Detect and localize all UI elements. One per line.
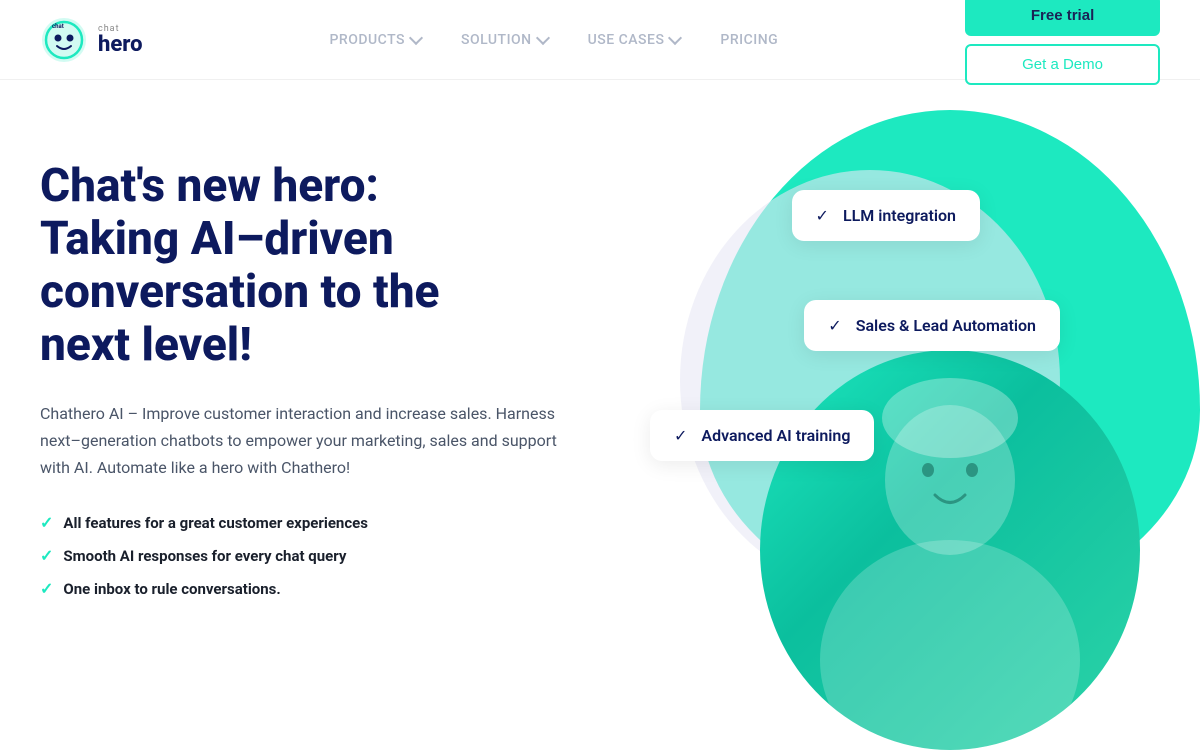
logo-icon: chat bbox=[40, 16, 88, 64]
chevron-down-icon bbox=[409, 30, 423, 44]
check-icon: ✓ bbox=[828, 316, 841, 335]
nav-use-cases[interactable]: USE CASES bbox=[588, 32, 681, 48]
nav-pricing[interactable]: PRICING bbox=[720, 32, 778, 48]
header: chat chat hero PRODUCTS SOLUTION USE CAS… bbox=[0, 0, 1200, 80]
free-trial-button[interactable]: Free trial bbox=[965, 0, 1160, 36]
card-label: LLM integration bbox=[843, 206, 956, 225]
chevron-down-icon bbox=[668, 30, 682, 44]
hero-visual: ✓ LLM integration ✓ Sales & Lead Automat… bbox=[620, 140, 1160, 750]
svg-text:chat: chat bbox=[52, 23, 64, 30]
check-icon: ✓ bbox=[674, 426, 687, 445]
list-item: ✓ Smooth AI responses for every chat que… bbox=[40, 546, 620, 565]
nav-actions: Free trial Get a Demo bbox=[965, 0, 1160, 85]
hero-content: Chat's new hero: Taking AI–driven conver… bbox=[40, 140, 620, 598]
chevron-down-icon bbox=[536, 30, 550, 44]
nav-solution[interactable]: SOLUTION bbox=[461, 32, 548, 48]
check-icon: ✓ bbox=[40, 546, 53, 565]
card-label: Sales & Lead Automation bbox=[856, 316, 1036, 335]
hero-description: Chathero AI – Improve customer interacti… bbox=[40, 400, 560, 482]
card-label: Advanced AI training bbox=[701, 426, 850, 445]
logo-main: hero bbox=[98, 34, 143, 56]
feature-card-sales: ✓ Sales & Lead Automation bbox=[804, 300, 1060, 351]
main-nav: PRODUCTS SOLUTION USE CASES PRICING bbox=[143, 32, 966, 48]
logo[interactable]: chat chat hero bbox=[40, 16, 143, 64]
feature-card-ai-training: ✓ Advanced AI training bbox=[650, 410, 874, 461]
hero-section: Chat's new hero: Taking AI–driven conver… bbox=[0, 80, 1200, 750]
check-icon: ✓ bbox=[816, 206, 829, 225]
list-item: ✓ One inbox to rule conversations. bbox=[40, 579, 620, 598]
feature-list: ✓ All features for a great customer expe… bbox=[40, 513, 620, 598]
check-icon: ✓ bbox=[40, 579, 53, 598]
check-icon: ✓ bbox=[40, 513, 53, 532]
list-item: ✓ All features for a great customer expe… bbox=[40, 513, 620, 532]
get-demo-button[interactable]: Get a Demo bbox=[965, 44, 1160, 85]
feature-card-llm: ✓ LLM integration bbox=[792, 190, 980, 241]
nav-products[interactable]: PRODUCTS bbox=[329, 32, 421, 48]
hero-title: Chat's new hero: Taking AI–driven conver… bbox=[40, 160, 620, 372]
